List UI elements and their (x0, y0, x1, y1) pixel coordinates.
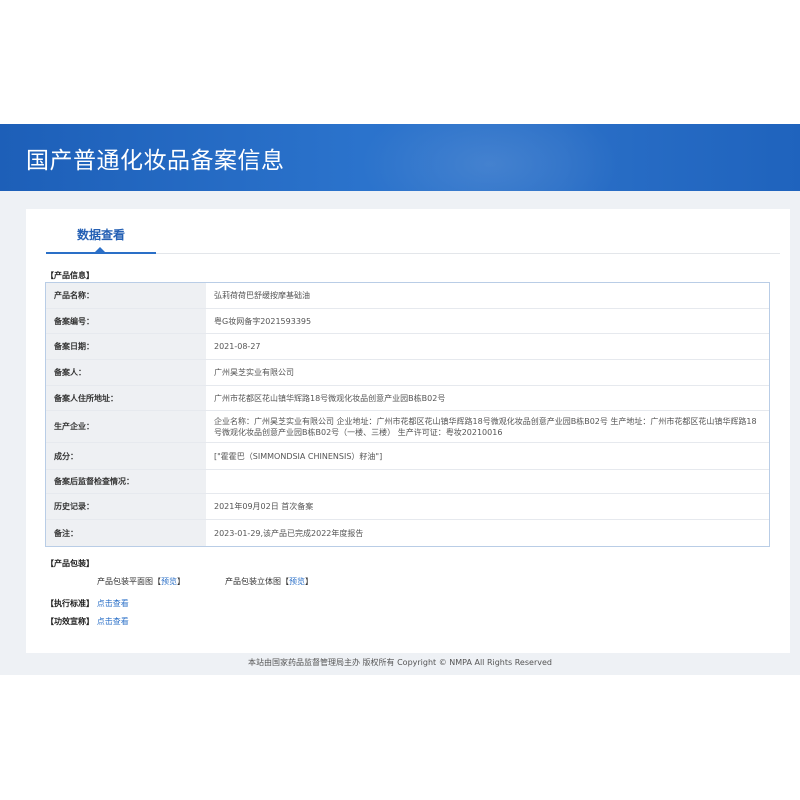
table-row: 备案人住所地址： 广州市花都区花山镇华辉路18号微观化妆品创意产业园B栋B02号 (46, 386, 769, 411)
packaging-flat-label: 产品包装平面图 (97, 577, 153, 586)
field-label: 备注： (46, 520, 206, 546)
packaging-solid-label: 产品包装立体图 (225, 577, 281, 586)
section-title-packaging: 【产品包装】 (46, 559, 94, 568)
table-row: 生产企业： 企业名称：广州昊芝实业有限公司 企业地址：广州市花都区花山镇华辉路1… (46, 411, 769, 443)
field-value: 广州昊芝实业有限公司 (214, 368, 294, 377)
packaging-solid-item: 产品包装立体图【预览】 (225, 576, 313, 587)
table-row: 备案编号： 粤G妆网备字2021593395 (46, 309, 769, 334)
field-value: 2021-08-27 (214, 342, 261, 351)
section-title-standard: 【执行标准】 (46, 599, 94, 608)
bracket-open: 【 (281, 577, 289, 586)
field-value: 2023-01-29,该产品已完成2022年度报告 (214, 528, 364, 538)
tab-divider (156, 253, 780, 254)
field-label: 备案编号： (46, 309, 206, 333)
packaging-flat-preview-link[interactable]: 预览 (161, 577, 177, 586)
field-label: 产品名称： (46, 283, 206, 308)
packaging-solid-preview-link[interactable]: 预览 (289, 577, 305, 586)
section-title-efficacy: 【功效宣称】 (46, 617, 94, 626)
field-label: 备案人： (46, 360, 206, 385)
field-label: 历史记录： (46, 494, 206, 519)
standard-row: 【执行标准】 点击查看 (46, 598, 129, 609)
table-row: 备注： 2023-01-29,该产品已完成2022年度报告 (46, 520, 769, 546)
table-row: 产品名称： 弘莉荷荷巴舒缓按摩基础油 (46, 283, 769, 309)
bracket-close: 】 (177, 577, 185, 586)
field-value: 弘莉荷荷巴舒缓按摩基础油 (214, 291, 310, 300)
field-value: ["霍霍巴（SIMMONDSIA CHINENSIS）籽油"] (214, 451, 383, 461)
field-label: 生产企业： (46, 411, 206, 442)
tab-active-indicator (46, 247, 156, 254)
table-row: 备案日期： 2021-08-27 (46, 334, 769, 360)
page: 国产普通化妆品备案信息 数据查看 【产品信息】 产品名称： 弘莉荷荷巴舒缓按摩基… (0, 0, 800, 800)
field-label: 备案人住所地址： (46, 386, 206, 410)
header-banner: 国产普通化妆品备案信息 (0, 124, 800, 191)
efficacy-row: 【功效宣称】 点击查看 (46, 616, 129, 627)
packaging-flat-item: 产品包装平面图【预览】 (97, 576, 185, 587)
field-label: 备案后监督检查情况： (46, 470, 206, 493)
efficacy-view-link[interactable]: 点击查看 (97, 617, 129, 626)
field-value: 企业名称：广州昊芝实业有限公司 企业地址：广州市花都区花山镇华辉路18号微观化妆… (214, 416, 757, 437)
bracket-open: 【 (153, 577, 161, 586)
table-row: 备案后监督检查情况： (46, 470, 769, 494)
field-value (206, 470, 769, 493)
table-row: 备案人： 广州昊芝实业有限公司 (46, 360, 769, 386)
field-value: 粤G妆网备字2021593395 (214, 316, 312, 326)
product-info-table: 产品名称： 弘莉荷荷巴舒缓按摩基础油 备案编号： 粤G妆网备字202159339… (45, 282, 770, 547)
table-row: 历史记录： 2021年09月02日 首次备案 (46, 494, 769, 520)
bracket-close: 】 (305, 577, 313, 586)
field-value: 广州市花都区花山镇华辉路18号微观化妆品创意产业园B栋B02号 (214, 393, 446, 403)
page-title: 国产普通化妆品备案信息 (26, 148, 285, 174)
footer-copyright: 本站由国家药品监督管理局主办 版权所有 Copyright © NMPA All… (248, 658, 552, 667)
field-label: 成分： (46, 443, 206, 469)
section-title-product-info: 【产品信息】 (46, 271, 94, 280)
field-label: 备案日期： (46, 334, 206, 359)
standard-view-link[interactable]: 点击查看 (97, 599, 129, 608)
field-value: 2021年09月02日 首次备案 (214, 502, 314, 511)
table-row: 成分： ["霍霍巴（SIMMONDSIA CHINENSIS）籽油"] (46, 443, 769, 470)
